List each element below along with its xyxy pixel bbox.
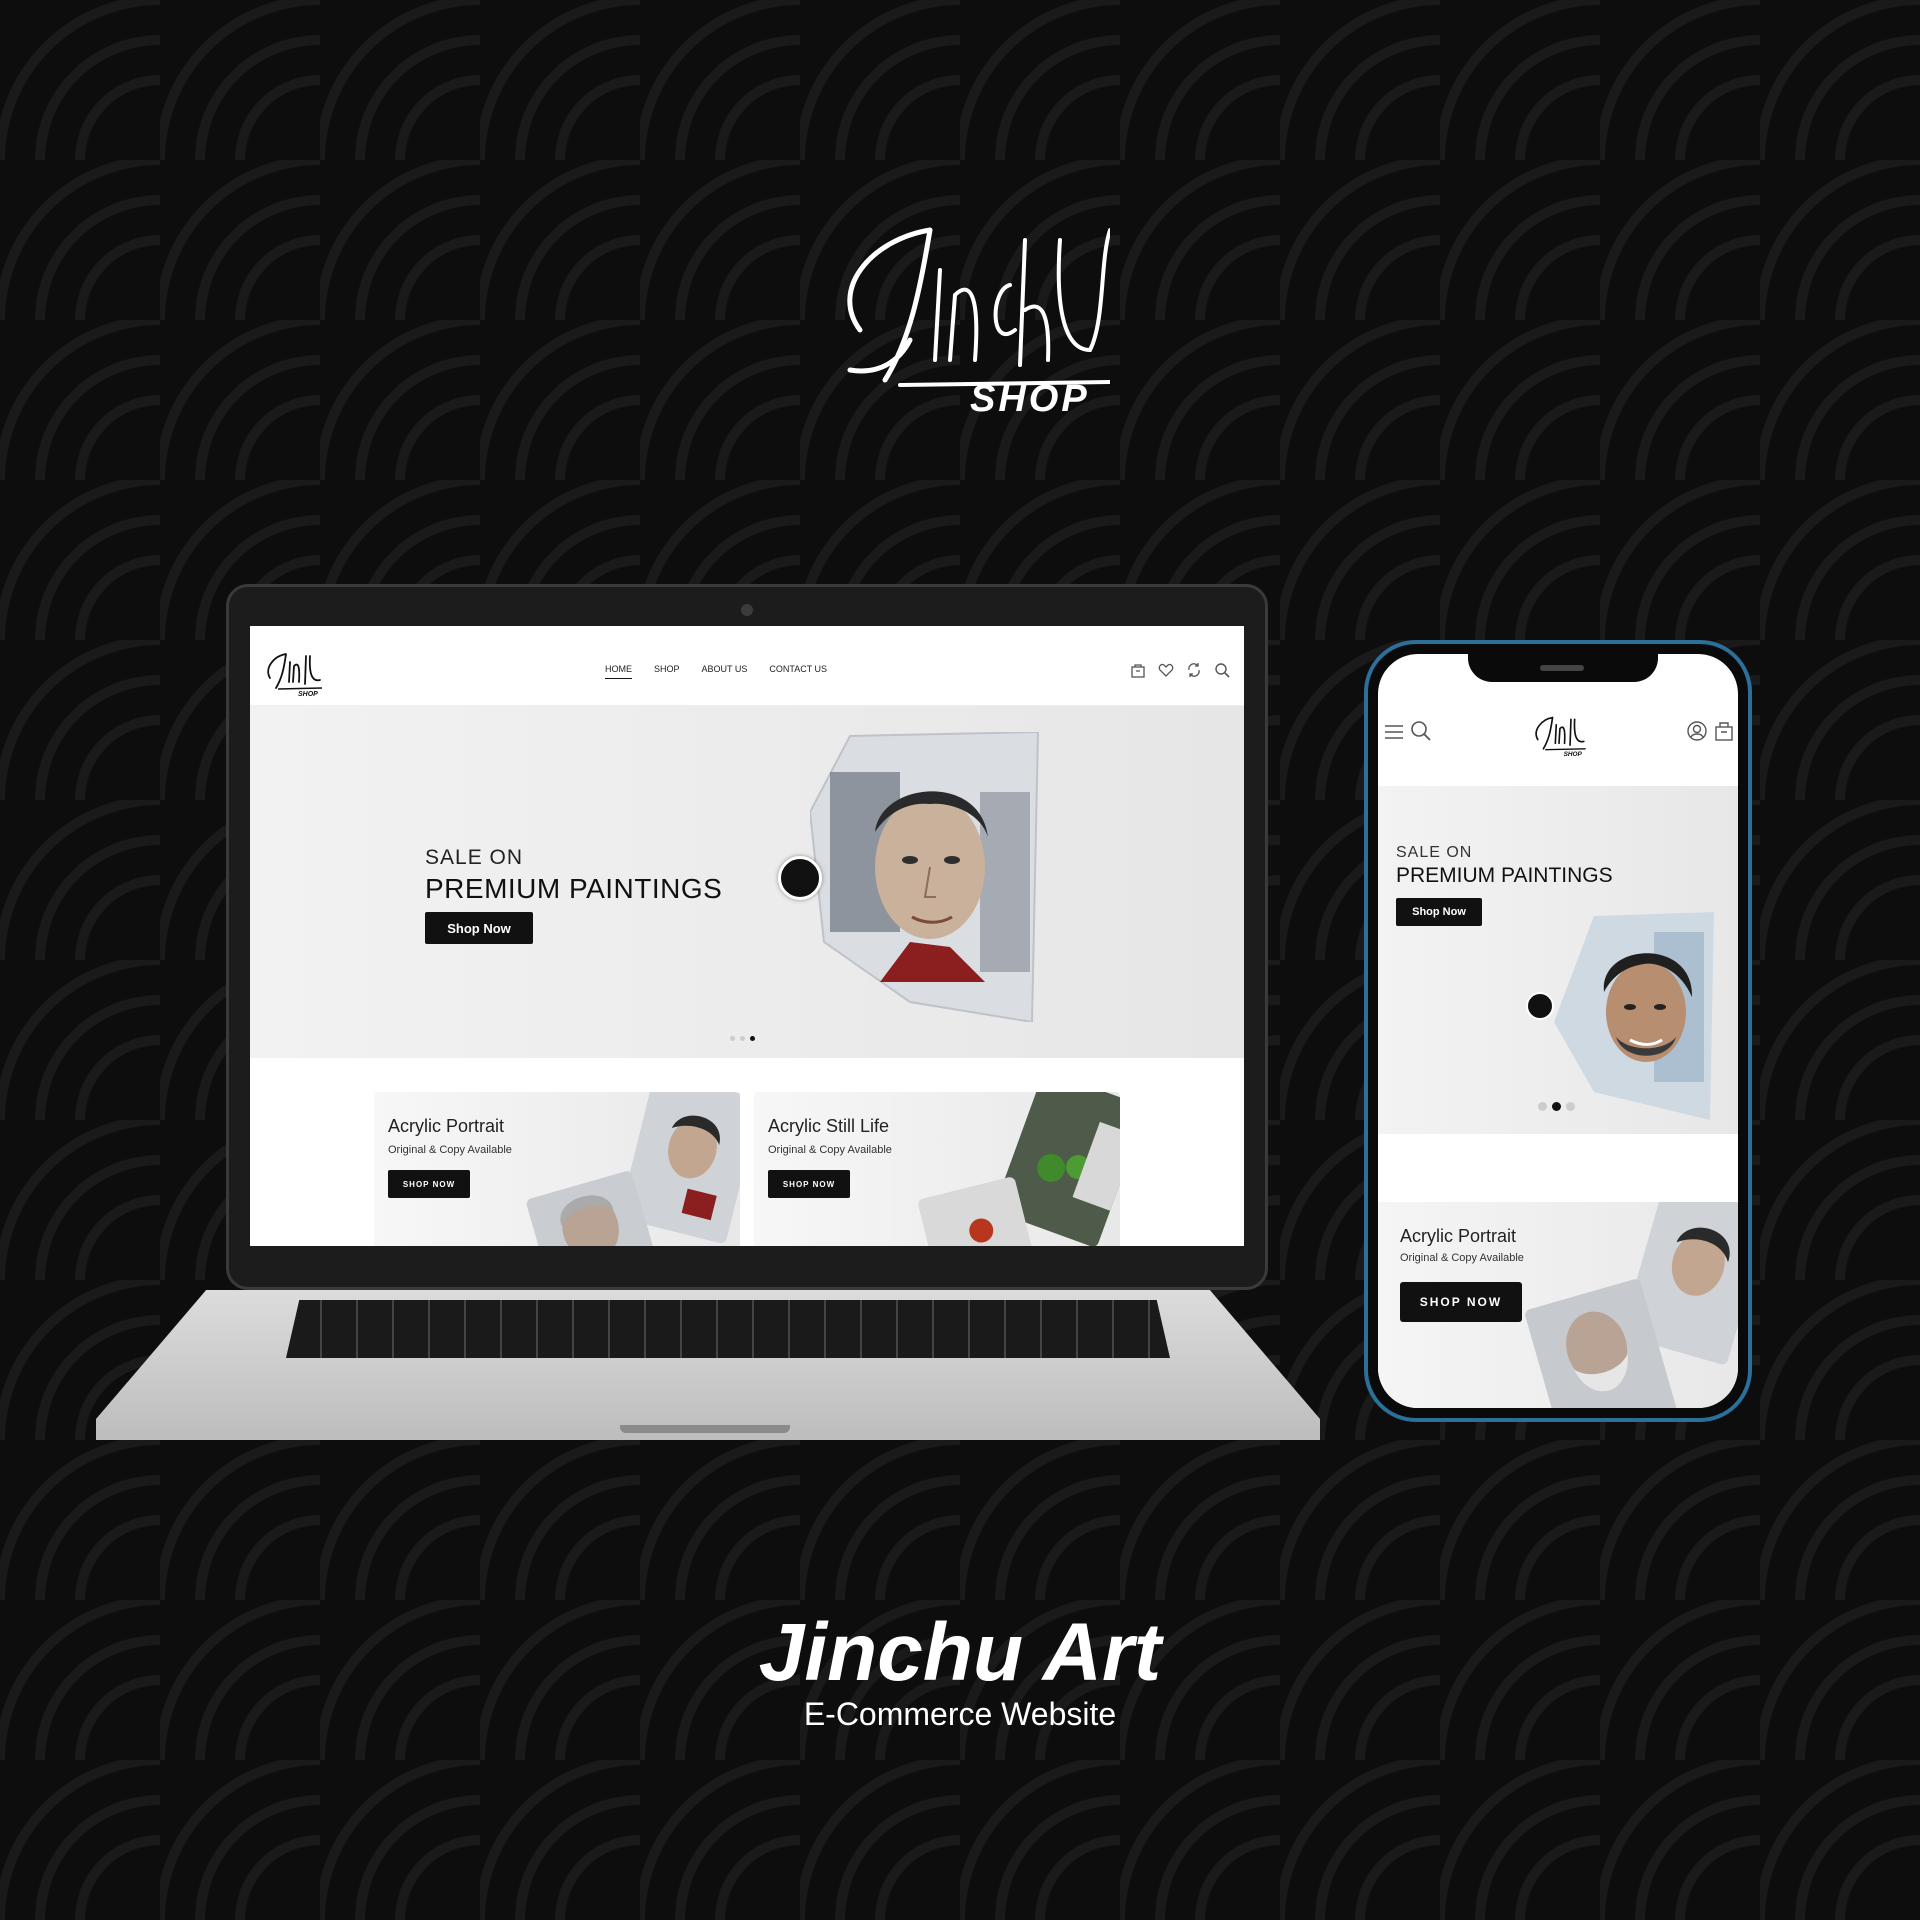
hero-logo-badge xyxy=(778,856,822,900)
card-portrait-images xyxy=(526,1092,740,1246)
heart-icon[interactable] xyxy=(1158,662,1174,678)
card-subtitle: Original & Copy Available xyxy=(388,1144,512,1156)
phone-hero-logo-badge xyxy=(1526,992,1554,1020)
cart-icon[interactable] xyxy=(1130,662,1146,678)
phone-hero-title: PREMIUM PAINTINGS xyxy=(1396,864,1613,887)
svg-text:SHOP: SHOP xyxy=(298,691,318,698)
card-shop-now-button[interactable]: SHOP NOW xyxy=(388,1170,470,1198)
compare-icon[interactable] xyxy=(1186,662,1202,678)
category-card-portrait[interactable]: Acrylic Portrait Original & Copy Availab… xyxy=(374,1092,740,1246)
card-shop-now-button[interactable]: SHOP NOW xyxy=(1400,1282,1522,1322)
hero-title: PREMIUM PAINTINGS xyxy=(425,873,723,904)
phone-category-card-portrait[interactable]: Acrylic Portrait Original & Copy Availab… xyxy=(1378,1202,1738,1408)
hero-subtitle: SALE ON xyxy=(425,846,524,869)
nav-contact-us[interactable]: CONTACT US xyxy=(769,664,827,679)
carousel-dot[interactable] xyxy=(1566,1102,1575,1111)
card-shop-now-button[interactable]: SHOP NOW xyxy=(768,1170,850,1198)
site-nav: HOME SHOP ABOUT US CONTACT US xyxy=(605,664,827,679)
cart-icon[interactable] xyxy=(1714,720,1734,742)
carousel-dot[interactable] xyxy=(740,1036,745,1041)
hero-carousel-dots xyxy=(730,1036,755,1041)
phone-site-logo[interactable]: SHOP xyxy=(1528,712,1590,758)
site-header: SHOP HOME SHOP ABOUT US CONTACT US xyxy=(250,626,1244,706)
carousel-dot-active[interactable] xyxy=(750,1036,755,1041)
header-icons xyxy=(1130,662,1230,678)
laptop-keyboard xyxy=(286,1300,1170,1358)
phone-card-portrait-images xyxy=(1525,1202,1738,1408)
nav-about-us[interactable]: ABOUT US xyxy=(702,664,748,679)
category-card-still-life[interactable]: Acrylic Still Life Original & Copy Avail… xyxy=(754,1092,1120,1246)
phone-hero-carousel-dots xyxy=(1538,1102,1575,1111)
card-title: Acrylic Portrait xyxy=(388,1116,505,1136)
caption-title: Jinchu Art xyxy=(758,1607,1162,1698)
laptop-notch xyxy=(620,1425,790,1433)
phone-hero-portrait-painting xyxy=(1554,912,1714,1120)
hero-banner: SALE ON PREMIUM PAINTINGS Shop Now xyxy=(250,706,1244,1058)
phone-hero-shop-now-button[interactable]: Shop Now xyxy=(1396,898,1482,926)
phone-screen: SHOP SALE ON PREMIUM PAINTINGS Shop Now … xyxy=(1378,654,1738,1408)
nav-home[interactable]: HOME xyxy=(605,664,632,679)
brand-logo: SHOP xyxy=(810,200,1112,430)
user-icon[interactable] xyxy=(1686,720,1708,742)
carousel-dot[interactable] xyxy=(1538,1102,1547,1111)
phone-hero-subtitle: SALE ON xyxy=(1396,844,1473,861)
carousel-dot-active[interactable] xyxy=(1552,1102,1561,1111)
laptop-screen: SHOP HOME SHOP ABOUT US CONTACT US SALE … xyxy=(250,626,1244,1246)
phone-speaker xyxy=(1540,665,1584,671)
card-title: Acrylic Portrait xyxy=(1400,1226,1517,1246)
hero-shop-now-button[interactable]: Shop Now xyxy=(425,912,533,944)
card-subtitle: Original & Copy Available xyxy=(1400,1252,1524,1264)
nav-shop[interactable]: SHOP xyxy=(654,664,680,679)
laptop-camera xyxy=(741,604,753,616)
card-title: Acrylic Still Life xyxy=(768,1116,890,1136)
phone-hero-banner: SALE ON PREMIUM PAINTINGS Shop Now xyxy=(1378,786,1738,1134)
logo-sub-text: SHOP xyxy=(970,378,1090,420)
search-icon[interactable] xyxy=(1410,720,1432,742)
card-subtitle: Original & Copy Available xyxy=(768,1144,892,1156)
hero-portrait-painting xyxy=(810,732,1040,1022)
carousel-dot[interactable] xyxy=(730,1036,735,1041)
search-icon[interactable] xyxy=(1214,662,1230,678)
menu-icon[interactable] xyxy=(1384,722,1404,742)
svg-text:SHOP: SHOP xyxy=(1564,751,1583,758)
card-still-life-images xyxy=(918,1092,1120,1246)
caption-subtitle: E-Commerce Website xyxy=(803,1696,1117,1732)
site-logo[interactable]: SHOP xyxy=(260,648,326,698)
